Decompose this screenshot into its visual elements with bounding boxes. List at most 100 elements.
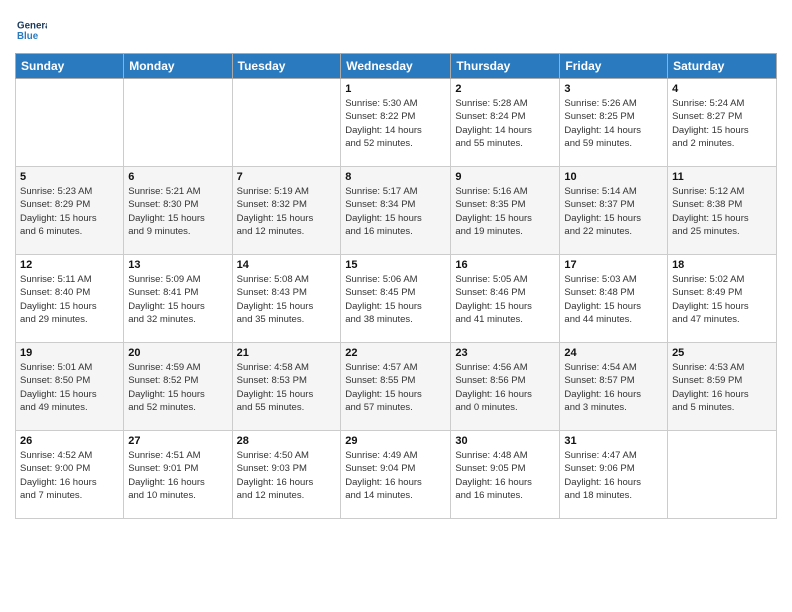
svg-text:Blue: Blue <box>17 31 39 42</box>
calendar-cell: 18Sunrise: 5:02 AM Sunset: 8:49 PM Dayli… <box>668 255 777 343</box>
day-header-thursday: Thursday <box>451 54 560 79</box>
day-number: 10 <box>564 171 663 183</box>
day-number: 5 <box>20 171 119 183</box>
page-header: General Blue <box>15 15 777 45</box>
calendar-cell: 6 Sunrise: 5:21 AM Sunset: 8:30 PM Daylig… <box>124 167 232 255</box>
calendar-cell: 15 Sunrise: 5:06 AM Sunset: 8:45 PM Dayli… <box>341 255 451 343</box>
calendar-cell: 19Sunrise: 5:01 AM Sunset: 8:50 PM Dayli… <box>16 343 124 431</box>
day-info: Sunrise: 5:21 AM Sunset: 8:30 PM Dayligh… <box>128 185 227 238</box>
calendar-cell <box>124 79 232 167</box>
day-header-monday: Monday <box>124 54 232 79</box>
day-info: Sunrise: 5:16 AM Sunset: 8:35 PM Dayligh… <box>455 185 555 238</box>
calendar-table: SundayMondayTuesdayWednesdayThursdayFrid… <box>15 53 777 519</box>
calendar-cell: 13 Sunrise: 5:09 AM Sunset: 8:41 PM Dayli… <box>124 255 232 343</box>
day-info: Sunrise: 5:05 AM Sunset: 8:46 PM Dayligh… <box>455 273 555 326</box>
calendar-cell: 17 Sunrise: 5:03 AM Sunset: 8:48 PM Dayli… <box>560 255 668 343</box>
calendar-week-5: 26 Sunrise: 4:52 AM Sunset: 9:00 PM Dayli… <box>16 431 777 519</box>
day-info: Sunrise: 4:56 AM Sunset: 8:56 PM Dayligh… <box>455 361 555 414</box>
day-number: 3 <box>564 83 663 95</box>
calendar-cell <box>668 431 777 519</box>
calendar-cell: 22 Sunrise: 4:57 AM Sunset: 8:55 PM Dayli… <box>341 343 451 431</box>
calendar-cell: 2Sunrise: 5:28 AM Sunset: 8:24 PM Daylig… <box>451 79 560 167</box>
day-number: 29 <box>345 435 446 447</box>
day-info: Sunrise: 4:50 AM Sunset: 9:03 PM Dayligh… <box>237 449 337 502</box>
day-header-saturday: Saturday <box>668 54 777 79</box>
calendar-cell: 27 Sunrise: 4:51 AM Sunset: 9:01 PM Dayli… <box>124 431 232 519</box>
calendar-cell: 8 Sunrise: 5:17 AM Sunset: 8:34 PM Daylig… <box>341 167 451 255</box>
day-info: Sunrise: 5:08 AM Sunset: 8:43 PM Dayligh… <box>237 273 337 326</box>
day-info: Sunrise: 5:19 AM Sunset: 8:32 PM Dayligh… <box>237 185 337 238</box>
calendar-week-4: 19Sunrise: 5:01 AM Sunset: 8:50 PM Dayli… <box>16 343 777 431</box>
calendar-cell: 5 Sunrise: 5:23 AM Sunset: 8:29 PM Daylig… <box>16 167 124 255</box>
calendar-cell: 30 Sunrise: 4:48 AM Sunset: 9:05 PM Dayli… <box>451 431 560 519</box>
calendar-cell: 26 Sunrise: 4:52 AM Sunset: 9:00 PM Dayli… <box>16 431 124 519</box>
day-info: Sunrise: 5:09 AM Sunset: 8:41 PM Dayligh… <box>128 273 227 326</box>
day-info: Sunrise: 5:06 AM Sunset: 8:45 PM Dayligh… <box>345 273 446 326</box>
day-number: 13 <box>128 259 227 271</box>
logo: General Blue <box>15 15 47 45</box>
calendar-week-3: 12 Sunrise: 5:11 AM Sunset: 8:40 PM Dayli… <box>16 255 777 343</box>
day-number: 25 <box>672 347 772 359</box>
day-info: Sunrise: 5:30 AM Sunset: 8:22 PM Dayligh… <box>345 97 446 150</box>
day-info: Sunrise: 4:57 AM Sunset: 8:55 PM Dayligh… <box>345 361 446 414</box>
calendar-cell: 31 Sunrise: 4:47 AM Sunset: 9:06 PM Dayli… <box>560 431 668 519</box>
day-info: Sunrise: 5:03 AM Sunset: 8:48 PM Dayligh… <box>564 273 663 326</box>
calendar-cell: 10Sunrise: 5:14 AM Sunset: 8:37 PM Dayli… <box>560 167 668 255</box>
calendar-cell: 20 Sunrise: 4:59 AM Sunset: 8:52 PM Dayli… <box>124 343 232 431</box>
day-header-tuesday: Tuesday <box>232 54 341 79</box>
day-info: Sunrise: 5:24 AM Sunset: 8:27 PM Dayligh… <box>672 97 772 150</box>
day-number: 24 <box>564 347 663 359</box>
day-number: 12 <box>20 259 119 271</box>
calendar-cell: 12 Sunrise: 5:11 AM Sunset: 8:40 PM Dayli… <box>16 255 124 343</box>
calendar-cell: 1 Sunrise: 5:30 AM Sunset: 8:22 PM Daylig… <box>341 79 451 167</box>
svg-text:General: General <box>17 21 47 32</box>
day-header-sunday: Sunday <box>16 54 124 79</box>
day-number: 28 <box>237 435 337 447</box>
day-number: 22 <box>345 347 446 359</box>
calendar-cell: 16Sunrise: 5:05 AM Sunset: 8:46 PM Dayli… <box>451 255 560 343</box>
day-info: Sunrise: 4:51 AM Sunset: 9:01 PM Dayligh… <box>128 449 227 502</box>
day-number: 8 <box>345 171 446 183</box>
day-number: 6 <box>128 171 227 183</box>
calendar-cell: 25 Sunrise: 4:53 AM Sunset: 8:59 PM Dayli… <box>668 343 777 431</box>
calendar-cell: 7Sunrise: 5:19 AM Sunset: 8:32 PM Daylig… <box>232 167 341 255</box>
day-header-friday: Friday <box>560 54 668 79</box>
day-header-wednesday: Wednesday <box>341 54 451 79</box>
day-number: 17 <box>564 259 663 271</box>
day-info: Sunrise: 4:53 AM Sunset: 8:59 PM Dayligh… <box>672 361 772 414</box>
calendar-cell: 21Sunrise: 4:58 AM Sunset: 8:53 PM Dayli… <box>232 343 341 431</box>
day-info: Sunrise: 4:52 AM Sunset: 9:00 PM Dayligh… <box>20 449 119 502</box>
calendar-cell <box>232 79 341 167</box>
day-info: Sunrise: 5:11 AM Sunset: 8:40 PM Dayligh… <box>20 273 119 326</box>
calendar-cell <box>16 79 124 167</box>
day-info: Sunrise: 5:23 AM Sunset: 8:29 PM Dayligh… <box>20 185 119 238</box>
day-number: 4 <box>672 83 772 95</box>
day-info: Sunrise: 4:47 AM Sunset: 9:06 PM Dayligh… <box>564 449 663 502</box>
calendar-cell: 4 Sunrise: 5:24 AM Sunset: 8:27 PM Daylig… <box>668 79 777 167</box>
logo-icon: General Blue <box>17 15 47 45</box>
day-number: 20 <box>128 347 227 359</box>
day-info: Sunrise: 5:26 AM Sunset: 8:25 PM Dayligh… <box>564 97 663 150</box>
day-info: Sunrise: 4:49 AM Sunset: 9:04 PM Dayligh… <box>345 449 446 502</box>
day-number: 9 <box>455 171 555 183</box>
calendar-week-1: 1 Sunrise: 5:30 AM Sunset: 8:22 PM Daylig… <box>16 79 777 167</box>
calendar-cell: 11Sunrise: 5:12 AM Sunset: 8:38 PM Dayli… <box>668 167 777 255</box>
day-info: Sunrise: 4:58 AM Sunset: 8:53 PM Dayligh… <box>237 361 337 414</box>
day-number: 27 <box>128 435 227 447</box>
day-number: 15 <box>345 259 446 271</box>
day-info: Sunrise: 4:48 AM Sunset: 9:05 PM Dayligh… <box>455 449 555 502</box>
day-info: Sunrise: 4:59 AM Sunset: 8:52 PM Dayligh… <box>128 361 227 414</box>
day-number: 30 <box>455 435 555 447</box>
day-number: 31 <box>564 435 663 447</box>
day-number: 26 <box>20 435 119 447</box>
day-number: 11 <box>672 171 772 183</box>
day-info: Sunrise: 5:17 AM Sunset: 8:34 PM Dayligh… <box>345 185 446 238</box>
day-number: 14 <box>237 259 337 271</box>
calendar-cell: 9 Sunrise: 5:16 AM Sunset: 8:35 PM Daylig… <box>451 167 560 255</box>
calendar-cell: 29 Sunrise: 4:49 AM Sunset: 9:04 PM Dayli… <box>341 431 451 519</box>
calendar-cell: 14 Sunrise: 5:08 AM Sunset: 8:43 PM Dayli… <box>232 255 341 343</box>
day-number: 1 <box>345 83 446 95</box>
calendar-body: 1 Sunrise: 5:30 AM Sunset: 8:22 PM Daylig… <box>16 79 777 519</box>
calendar-cell: 24Sunrise: 4:54 AM Sunset: 8:57 PM Dayli… <box>560 343 668 431</box>
day-number: 18 <box>672 259 772 271</box>
